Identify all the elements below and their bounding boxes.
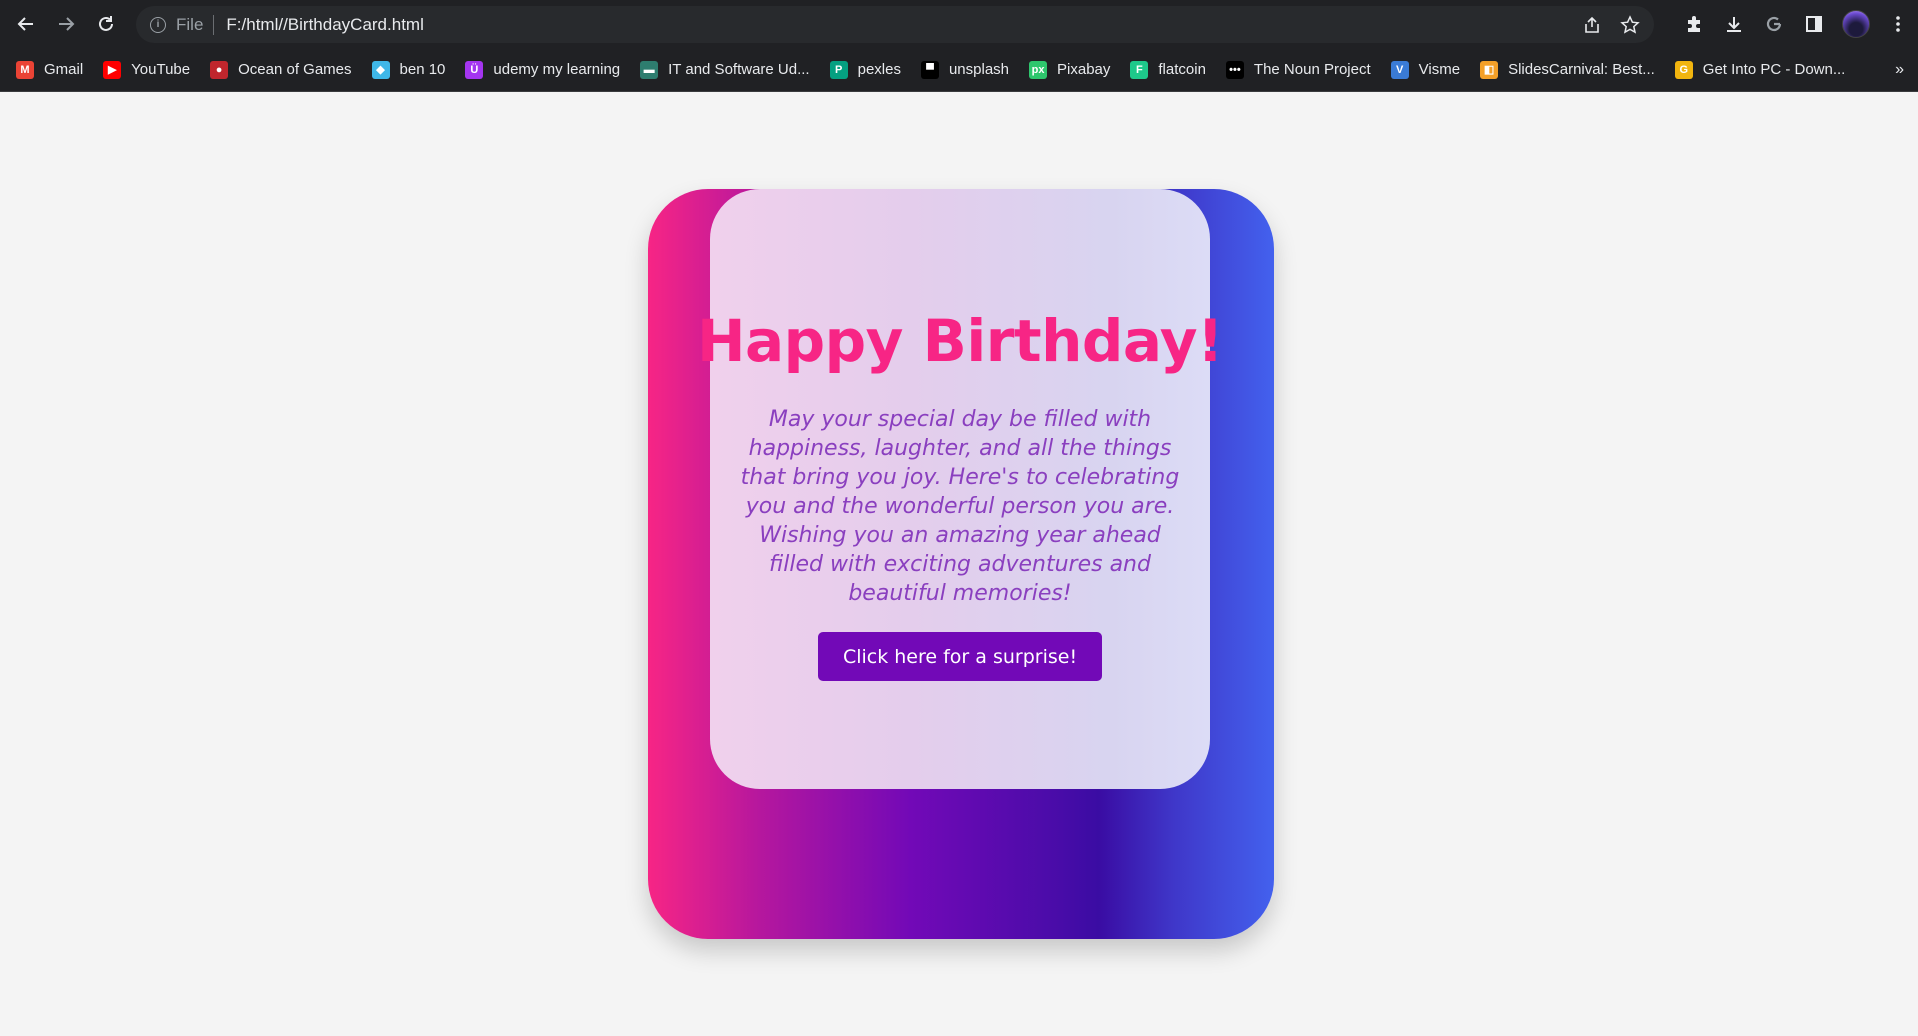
slidescarnival-icon: ◧ <box>1480 60 1499 79</box>
gmail-icon: M <box>16 60 34 79</box>
extensions-button[interactable] <box>1682 12 1706 36</box>
reload-button[interactable] <box>86 4 126 44</box>
share-icon[interactable] <box>1582 15 1602 35</box>
flaticon-icon: F <box>1130 60 1149 79</box>
youtube-icon: ▶ <box>103 60 122 79</box>
card-message: May your special day be filled with happ… <box>740 407 1180 606</box>
forward-button[interactable] <box>46 4 86 44</box>
browser-toolbar: i File F:/html//BirthdayCard.html <box>0 0 1918 48</box>
bookmarks-overflow-button[interactable]: » <box>1895 48 1904 92</box>
it-software-icon: ▬ <box>640 60 659 79</box>
surprise-button[interactable]: Click here for a surprise! <box>817 632 1103 681</box>
udemy-icon: Ü <box>465 60 484 79</box>
bookmark-item[interactable]: px Pixabay <box>1029 60 1111 79</box>
bookmark-label: unsplash <box>948 61 1010 78</box>
getintopc-icon: G <box>1674 60 1693 79</box>
bookmark-item[interactable]: ▬ IT and Software Ud... <box>640 60 810 79</box>
side-panel-icon <box>1806 16 1822 32</box>
address-divider <box>213 14 215 35</box>
bookmark-item[interactable]: ● Ocean of Games <box>210 60 352 79</box>
arrow-left-icon <box>17 17 33 31</box>
bookmark-label: Pixabay <box>1057 61 1111 78</box>
bookmark-item[interactable]: ◧ SlidesCarnival: Best... <box>1480 60 1655 79</box>
birthday-card-outer: Happy Birthday! May your special day be … <box>648 189 1274 939</box>
bookmark-label: IT and Software Ud... <box>668 61 810 78</box>
bookmark-item[interactable]: G Get Into PC - Down... <box>1674 60 1846 79</box>
bookmark-label: flatcoin <box>1158 61 1206 78</box>
birthday-card-inner: Happy Birthday! May your special day be … <box>697 189 1224 789</box>
menu-button[interactable] <box>1886 12 1910 36</box>
bookmark-label: Visme <box>1418 61 1461 78</box>
file-scheme-label: File <box>176 14 204 34</box>
address-bar[interactable]: i File F:/html//BirthdayCard.html <box>136 6 1654 43</box>
bookmark-item[interactable]: ◆ ben 10 <box>371 60 446 79</box>
side-panel-button[interactable] <box>1802 12 1826 36</box>
bookmark-label: Gmail <box>44 61 84 78</box>
ben10-icon: ◆ <box>371 60 390 79</box>
more-vert-icon <box>1896 16 1900 32</box>
bookmark-item[interactable]: Ppexles <box>829 60 901 79</box>
bookmark-item[interactable]: Fflatcoin <box>1130 60 1206 79</box>
pixabay-icon: px <box>1029 60 1048 79</box>
back-button[interactable] <box>6 4 46 44</box>
gamepad-icon: ● <box>210 60 229 79</box>
bookmark-label: ben 10 <box>399 61 446 78</box>
downloads-button[interactable] <box>1722 12 1746 36</box>
visme-icon: V <box>1390 60 1409 79</box>
pexels-icon: P <box>829 60 848 79</box>
star-icon[interactable] <box>1620 14 1640 35</box>
bookmark-label: Ocean of Games <box>238 61 352 78</box>
bookmark-label: Get Into PC - Down... <box>1702 61 1846 78</box>
bookmark-label: pexles <box>857 61 901 78</box>
bookmark-item[interactable]: Üudemy my learning <box>465 60 621 79</box>
puzzle-icon <box>1688 16 1700 32</box>
noun-project-icon: ••• <box>1225 60 1244 79</box>
bookmark-item[interactable]: ••• The Noun Project <box>1225 60 1371 79</box>
bookmark-label: udemy my learning <box>493 61 621 78</box>
google-g-icon <box>1766 16 1782 32</box>
google-button[interactable] <box>1762 12 1786 36</box>
page-content: Happy Birthday! May your special day be … <box>0 92 1918 1036</box>
download-icon <box>1727 17 1741 32</box>
bookmark-item[interactable]: ▀ unsplash <box>920 60 1010 79</box>
bookmark-label: YouTube <box>131 61 191 78</box>
bookmark-label: SlidesCarnival: Best... <box>1508 61 1655 78</box>
url-text[interactable]: F:/html//BirthdayCard.html <box>226 15 423 35</box>
reload-icon <box>99 16 113 31</box>
card-title: Happy Birthday! <box>696 307 1224 375</box>
bookmark-item[interactable]: M Gmail <box>16 60 84 79</box>
unsplash-icon: ▀ <box>920 60 939 79</box>
bookmark-item[interactable]: V Visme <box>1390 60 1461 79</box>
info-icon[interactable]: i <box>150 16 166 33</box>
arrow-right-icon <box>59 17 75 31</box>
bookmark-label: The Noun Project <box>1253 61 1371 78</box>
profile-avatar[interactable] <box>1842 10 1870 38</box>
bookmark-item[interactable]: ▶ YouTube <box>103 60 191 79</box>
bookmarks-bar: M Gmail ▶ YouTube ● Ocean of Games ◆ ben 10 Üude… <box>0 48 1918 92</box>
